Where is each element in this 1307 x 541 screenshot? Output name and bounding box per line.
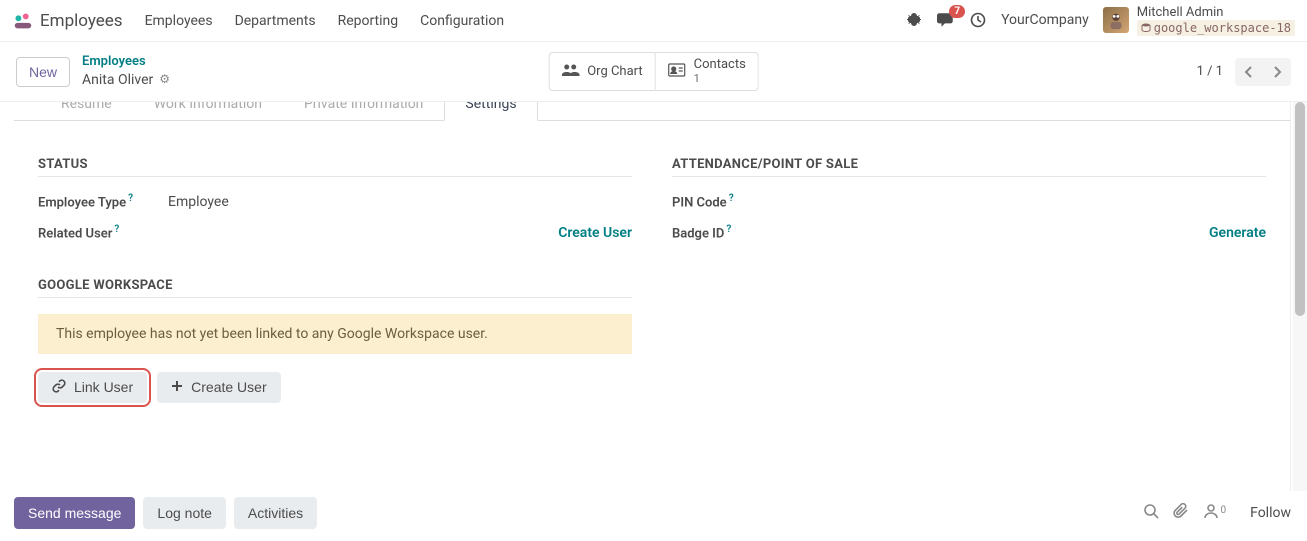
tab-work-information[interactable]: Work Information: [133, 102, 283, 121]
messages-icon[interactable]: 7: [937, 11, 955, 29]
search-icon[interactable]: [1143, 503, 1159, 523]
company-switcher[interactable]: YourCompany: [1001, 12, 1089, 28]
user-name: Mitchell Admin: [1137, 5, 1295, 21]
pin-code-row: PIN Code?: [672, 193, 1266, 210]
top-nav: Employees Employees Departments Reportin…: [0, 0, 1307, 42]
follow-button[interactable]: Follow: [1250, 505, 1291, 521]
employee-type-row: Employee Type? Employee: [38, 193, 632, 210]
help-icon[interactable]: ?: [726, 224, 731, 235]
help-icon[interactable]: ?: [114, 224, 119, 235]
create-user-link[interactable]: Create User: [558, 225, 632, 241]
gw-buttons: Link User Create User: [38, 372, 632, 403]
contacts-button[interactable]: Contacts 1: [656, 52, 759, 90]
orgchart-button[interactable]: Org Chart: [548, 52, 655, 90]
scrollbar[interactable]: [1293, 102, 1307, 491]
nav-items: Employees Departments Reporting Configur…: [145, 13, 505, 29]
chatter-bar: Send message Log note Activities 0 Follo…: [14, 491, 1291, 535]
scrollbar-thumb[interactable]: [1295, 102, 1305, 316]
gear-icon[interactable]: ⚙: [159, 72, 170, 88]
google-workspace-title: GOOGLE WORKSPACE: [38, 278, 632, 298]
bug-icon[interactable]: [905, 11, 923, 29]
nav-reporting[interactable]: Reporting: [338, 13, 399, 29]
right-column: ATTENDANCE/POINT OF SALE PIN Code? Badge…: [672, 157, 1266, 403]
app-icon[interactable]: [12, 10, 34, 32]
breadcrumb-current: Anita Oliver ⚙: [82, 71, 170, 89]
nav-right: 7 YourCompany Mitchell Admin google_work…: [905, 5, 1295, 37]
pager-text[interactable]: 1 / 1: [1197, 64, 1223, 79]
activities-icon[interactable]: [969, 11, 987, 29]
user-info: Mitchell Admin google_workspace-18: [1137, 5, 1295, 37]
db-badge: google_workspace-18: [1137, 20, 1295, 36]
related-user-label: Related User?: [38, 224, 168, 241]
messages-badge: 7: [949, 5, 965, 18]
link-icon: [52, 379, 66, 396]
app-title[interactable]: Employees: [40, 11, 123, 31]
badge-id-label: Badge ID?: [672, 224, 802, 241]
attachment-icon[interactable]: [1173, 503, 1189, 523]
pager-prev[interactable]: [1235, 58, 1263, 86]
tabs: Resume Work Information Private Informat…: [14, 102, 1290, 121]
avatar: [1103, 7, 1129, 33]
send-message-button[interactable]: Send message: [14, 497, 135, 529]
users-icon: [561, 62, 579, 81]
link-user-button[interactable]: Link User: [38, 372, 147, 403]
form-sheet: Resume Work Information Private Informat…: [14, 102, 1291, 491]
activities-button[interactable]: Activities: [234, 497, 317, 529]
pager-arrows: [1235, 58, 1291, 86]
nav-configuration[interactable]: Configuration: [420, 13, 504, 29]
employee-type-value[interactable]: Employee: [168, 194, 632, 210]
tab-resume[interactable]: Resume: [40, 102, 133, 121]
nav-employees[interactable]: Employees: [145, 13, 213, 29]
stat-buttons: Org Chart Contacts 1: [548, 52, 759, 90]
followers-icon[interactable]: 0: [1203, 503, 1226, 523]
nav-departments[interactable]: Departments: [235, 13, 316, 29]
badge-id-row: Badge ID? Generate: [672, 224, 1266, 241]
attendance-title: ATTENDANCE/POINT OF SALE: [672, 157, 1266, 177]
employee-type-label: Employee Type?: [38, 193, 168, 210]
control-panel: New Employees Anita Oliver ⚙ Org Chart C…: [0, 42, 1307, 102]
breadcrumb: Employees Anita Oliver ⚙: [82, 54, 170, 89]
related-user-row: Related User? Create User: [38, 224, 632, 241]
help-icon[interactable]: ?: [729, 193, 734, 204]
breadcrumb-parent[interactable]: Employees: [82, 54, 170, 71]
tab-private-information[interactable]: Private Information: [283, 102, 444, 121]
left-column: STATUS Employee Type? Employee Related U…: [38, 157, 632, 403]
tab-settings[interactable]: Settings: [444, 102, 537, 121]
plus-icon: [171, 379, 183, 395]
user-menu[interactable]: Mitchell Admin google_workspace-18: [1103, 5, 1295, 37]
generate-link[interactable]: Generate: [1209, 225, 1266, 241]
help-icon[interactable]: ?: [128, 193, 133, 204]
log-note-button[interactable]: Log note: [143, 497, 226, 529]
gw-alert: This employee has not yet been linked to…: [38, 314, 632, 354]
contact-card-icon: [668, 62, 686, 81]
gw-create-user-button[interactable]: Create User: [157, 372, 280, 403]
status-title: STATUS: [38, 157, 632, 177]
new-button[interactable]: New: [16, 57, 70, 87]
pin-code-label: PIN Code?: [672, 193, 802, 210]
chatter-icons: 0 Follow: [1143, 503, 1291, 523]
pager-next[interactable]: [1263, 58, 1291, 86]
